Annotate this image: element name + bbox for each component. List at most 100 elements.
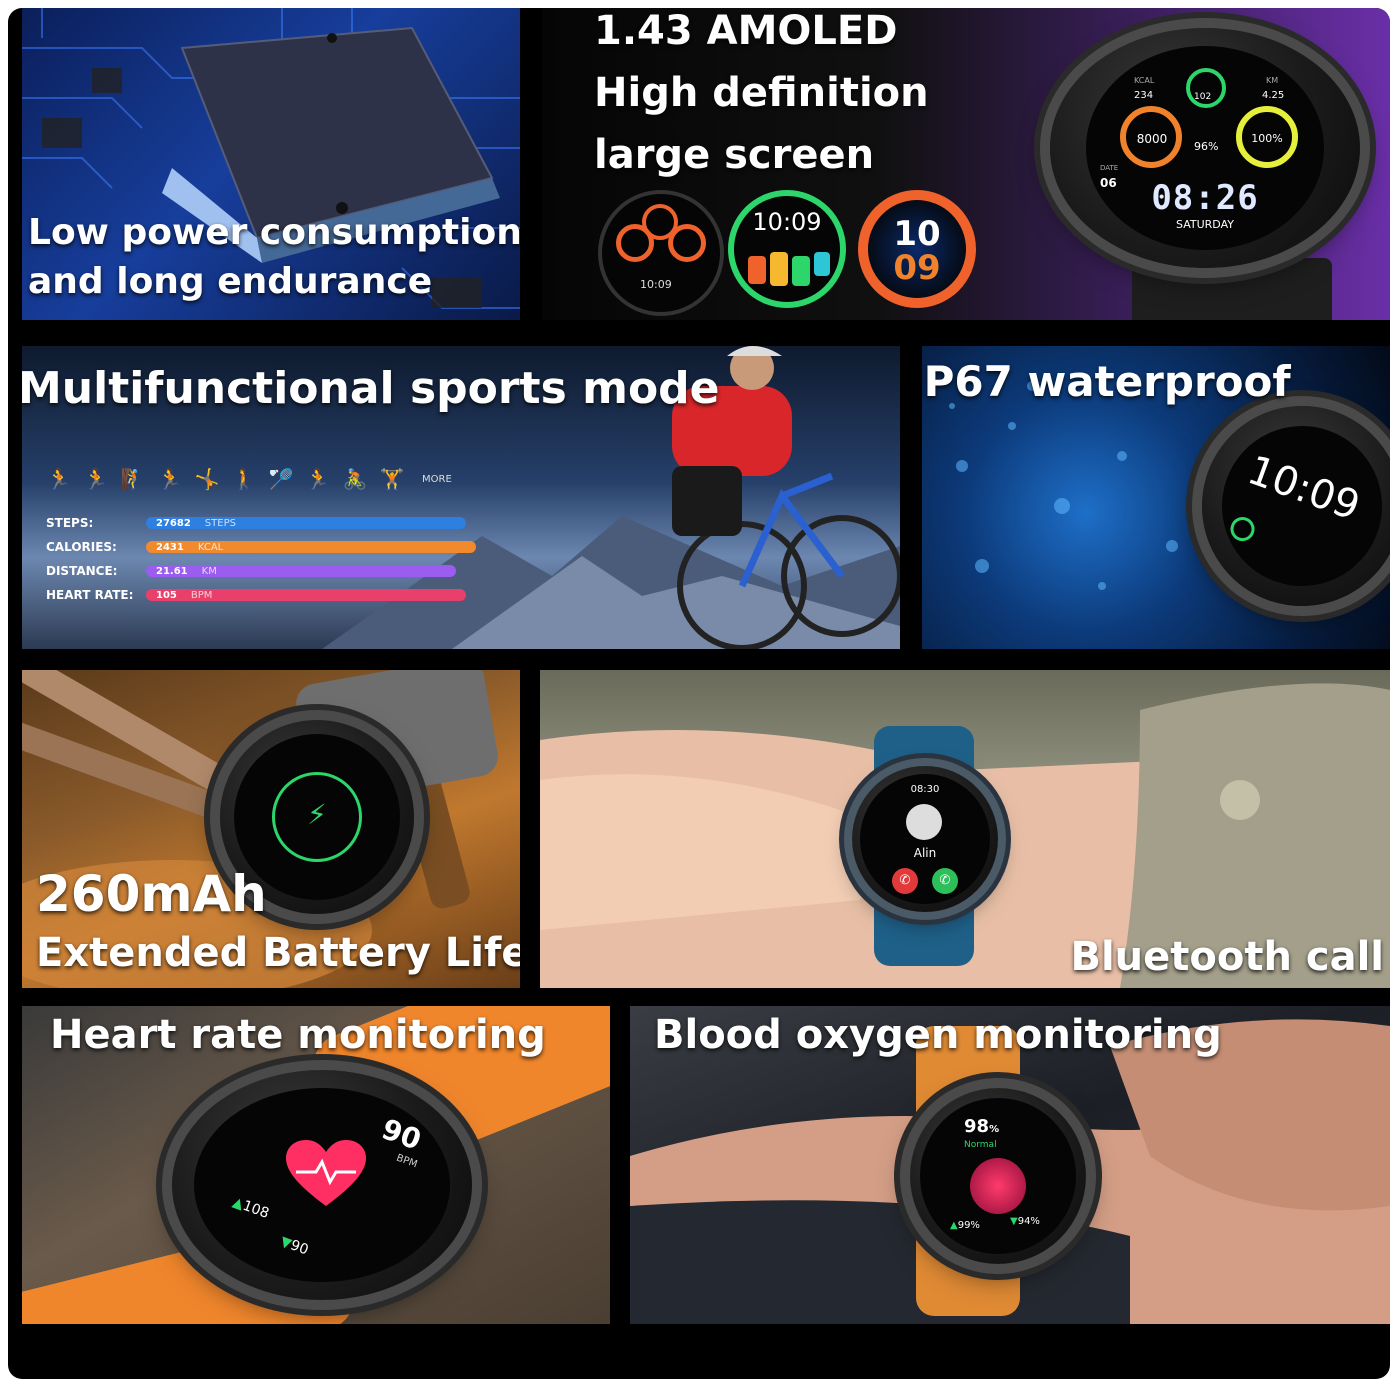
oxygen-title: Blood oxygen monitoring	[654, 1012, 1222, 1058]
stat-label: HEART RATE:	[46, 588, 134, 602]
heart-max-value: 108	[240, 1197, 272, 1222]
stat-value: 21.61	[156, 565, 188, 577]
sports-title: Multifunctional sports mode	[22, 363, 720, 414]
oxygen-max-value: 99%	[957, 1220, 980, 1231]
sport-mode-icon: 🤸	[194, 467, 220, 491]
oxygen-max: ▲99%	[950, 1220, 980, 1231]
bluetooth-watch: 08:30 Alin ✆ ✆	[852, 766, 998, 912]
sport-mode-icons: 🏃 🏃 🧗 🏃 🤸 🚶 🏸 🏃 🚴 🏋 MORE	[46, 466, 452, 492]
stat-bar: 2431 KCAL	[146, 541, 476, 553]
sport-mode-icon: 🏃	[46, 467, 72, 491]
bold-face-minute: 09	[893, 248, 941, 288]
heart-min: ▼90	[278, 1233, 311, 1259]
amoled-title: 1.43 AMOLED High definition large screen	[594, 8, 929, 186]
stat-label: CALORIES:	[46, 540, 117, 554]
panel-heart-rate: 90 BPM ▲108 ▼90 Heart rate monitoring	[22, 1006, 610, 1324]
humidity-value: 96%	[1194, 140, 1219, 153]
oxygen-value: 98	[964, 1116, 990, 1137]
stat-label: DISTANCE:	[46, 564, 118, 578]
low-power-title: Low power consumption and long endurance	[28, 212, 520, 303]
panel-bluetooth-call: 08:30 Alin ✆ ✆ Bluetooth call	[540, 670, 1390, 988]
km-value: 4.25	[1262, 90, 1285, 101]
low-power-line-2: and long endurance	[28, 261, 433, 303]
stat-bar: 21.61 KM	[146, 565, 456, 577]
hr-value: 102	[1194, 92, 1212, 102]
oxygen-reading: 98%	[964, 1116, 999, 1137]
sport-mode-icon: 🏸	[268, 467, 294, 491]
heart-bpm: 90	[377, 1112, 426, 1157]
heart-min-value: 90	[288, 1237, 311, 1259]
sport-mode-icon: 🏃	[83, 467, 109, 491]
stat-bar: 105 BPM	[146, 589, 466, 601]
heart-max: ▲108	[230, 1194, 272, 1222]
oxygen-min-value: 94%	[1017, 1216, 1040, 1227]
caller-name: Alin	[913, 846, 937, 860]
kcal-label: KCAL	[1134, 76, 1155, 85]
panel-sports-mode: Multifunctional sports mode 🏃 🏃 🧗 🏃 🤸 🚶 🏸 🏃 🚴 🏋 MO…	[22, 346, 900, 649]
stat-unit: STEPS	[204, 517, 236, 529]
stat-unit: KM	[201, 565, 217, 577]
sport-mode-icon: 🚴	[342, 467, 368, 491]
accept-call-button[interactable]: ✆	[932, 868, 958, 894]
panel-low-power: Low power consumption and long endurance	[22, 8, 520, 320]
oxygen-status: Normal	[964, 1140, 997, 1150]
digital-face-time: 10:09	[752, 208, 822, 236]
charging-icon: ⚡	[307, 798, 327, 831]
low-power-line-1: Low power consumption	[28, 212, 520, 253]
heart-bpm-unit: BPM	[394, 1152, 419, 1171]
sport-mode-icon: 🏃	[305, 467, 331, 491]
amoled-line-1: 1.43 AMOLED	[594, 8, 898, 54]
sport-mode-icon: 🏃	[157, 467, 183, 491]
oxygen-unit: %	[989, 1124, 1000, 1135]
amoled-line-2: High definition	[594, 70, 929, 116]
kcal-value: 234	[1134, 90, 1154, 101]
heart-title: Heart rate monitoring	[50, 1012, 546, 1058]
main-watch-time: 08:26	[1151, 178, 1259, 218]
watch-face-digital: 10:09	[728, 190, 846, 308]
stat-value: 27682	[156, 517, 191, 529]
decline-call-button[interactable]: ✆	[892, 868, 918, 894]
waterproof-title: IP67 waterproof	[922, 357, 1291, 406]
sport-mode-icon: 🧗	[120, 467, 146, 491]
heart-watch: 90 BPM ▲108 ▼90	[172, 1070, 472, 1300]
sport-mode-icon: 🏋	[379, 467, 405, 491]
waterproof-watch-time: 10:09	[1241, 447, 1366, 530]
watch-face-analog: 10:09	[598, 190, 724, 316]
date-label: DATE	[1100, 164, 1119, 172]
stat-unit: KCAL	[197, 541, 224, 553]
amoled-line-3: large screen	[594, 132, 875, 178]
panel-waterproof: 10:09 IP67 waterproof	[922, 346, 1390, 649]
heart-icon	[286, 1140, 366, 1210]
stat-row: DISTANCE: 21.61 KM	[46, 564, 456, 578]
km-label: KM	[1266, 76, 1279, 85]
battery-subtitle: Extended Battery Life	[36, 929, 520, 976]
sport-more-label: MORE	[422, 473, 452, 485]
watch-face-bold: 10 09	[858, 190, 976, 308]
panel-battery: ⚡ 260mAh Extended Battery Life	[22, 670, 520, 988]
stat-value: 2431	[156, 541, 184, 553]
watch-strap	[1132, 258, 1332, 320]
bluetooth-title: Bluetooth call	[1070, 934, 1384, 980]
stat-row: CALORIES: 2431 KCAL	[46, 540, 476, 554]
product-collage: Low power consumption and long endurance…	[8, 8, 1390, 1379]
panel-blood-oxygen: 98% Normal ▲99% ▼94% Blood oxygen monito…	[630, 1006, 1390, 1324]
battery-value: 100%	[1251, 132, 1283, 145]
battery-capacity: 260mAh	[36, 865, 267, 923]
call-time: 08:30	[910, 784, 940, 795]
oxygen-min: ▼94%	[1010, 1216, 1040, 1227]
battery-title: 260mAh Extended Battery Life	[36, 865, 520, 976]
oxygen-watch: 98% Normal ▲99% ▼94%	[910, 1088, 1086, 1264]
stat-value: 105	[156, 589, 177, 601]
steps-value: 8000	[1136, 132, 1168, 146]
sport-mode-icon: 🚶	[231, 467, 257, 491]
panel-amoled-screen: 1.43 AMOLED High definition large screen…	[542, 8, 1390, 320]
main-watch-day: SATURDAY	[1176, 218, 1234, 231]
stat-row: HEART RATE: 105 BPM	[46, 588, 466, 602]
oxygen-icon	[970, 1158, 1026, 1214]
stat-row: STEPS: 27682 STEPS	[46, 516, 466, 530]
analog-face-time: 10:09	[640, 278, 672, 291]
main-watch: KCAL 234 KM 4.25 102 8000 96% 100% DATE …	[1050, 28, 1360, 268]
stat-unit: BPM	[190, 589, 213, 601]
stat-label: STEPS:	[46, 516, 94, 530]
caller-avatar	[906, 804, 942, 840]
